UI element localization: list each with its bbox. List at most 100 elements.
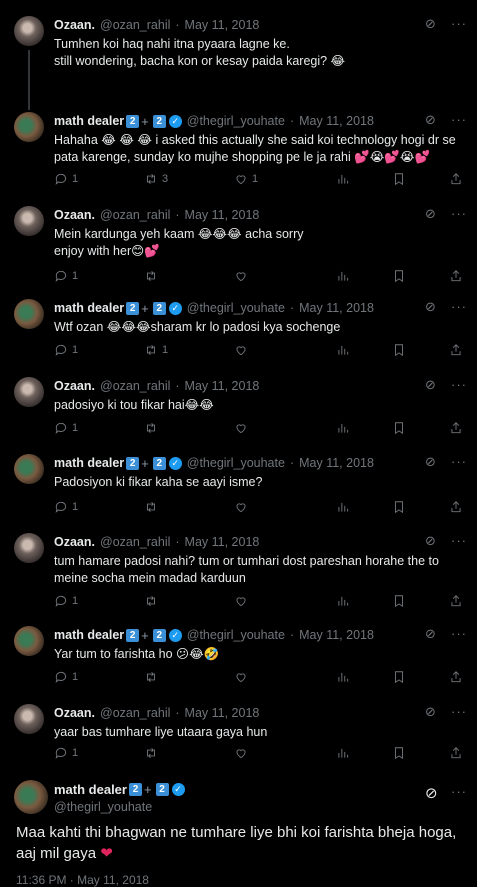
avatar[interactable]: [14, 206, 44, 236]
avatar[interactable]: [14, 454, 44, 484]
tweet-date[interactable]: May 11, 2018: [185, 18, 260, 32]
reply-tweet[interactable]: math dealer 2 + 2 ✓ @thegirl_youhate · M…: [0, 454, 477, 519]
like-button[interactable]: [234, 421, 248, 435]
retweet-button[interactable]: 1: [144, 343, 168, 357]
views-button[interactable]: [336, 421, 350, 435]
reply-tweet[interactable]: math dealer 2 + 2 ✓ @thegirl_youhate · M…: [0, 299, 477, 364]
tweet-date[interactable]: May 11, 2018: [185, 208, 260, 222]
tweet-date[interactable]: May 11, 2018: [185, 535, 260, 549]
retweet-button[interactable]: [144, 269, 158, 283]
retweet-button[interactable]: 3: [144, 172, 168, 186]
author-handle[interactable]: @thegirl_youhate: [54, 800, 152, 814]
author-name[interactable]: math dealer: [54, 628, 124, 642]
more-icon[interactable]: ···: [451, 299, 467, 314]
author-handle[interactable]: @ozan_rahil: [100, 706, 170, 720]
reply-tweet[interactable]: math dealer 2 + 2 ✓ @thegirl_youhate · M…: [0, 112, 477, 202]
share-button[interactable]: [449, 594, 463, 608]
tweet-date[interactable]: May 11, 2018: [299, 114, 374, 128]
author-name[interactable]: Ozaan.: [54, 18, 95, 32]
tweet-date[interactable]: May 11, 2018: [185, 706, 260, 720]
reply-button[interactable]: 1: [54, 343, 78, 357]
more-icon[interactable]: ···: [451, 626, 467, 641]
grok-icon[interactable]: ⊘: [425, 704, 439, 719]
author-name[interactable]: Ozaan.: [54, 535, 95, 549]
author-handle[interactable]: @ozan_rahil: [100, 18, 170, 32]
more-icon[interactable]: ···: [451, 377, 467, 392]
tweet-date[interactable]: May 11, 2018: [299, 456, 374, 470]
author-name[interactable]: math dealer: [54, 782, 127, 797]
grok-icon[interactable]: ⊘: [425, 112, 439, 127]
reply-button[interactable]: 1: [54, 269, 78, 283]
views-button[interactable]: [336, 746, 350, 760]
author-name[interactable]: Ozaan.: [54, 706, 95, 720]
views-button[interactable]: [336, 269, 350, 283]
share-button[interactable]: [449, 670, 463, 684]
reply-tweet[interactable]: Ozaan. @ozan_rahil · May 11, 2018 ⊘ ··· …: [0, 16, 477, 91]
tweet-date[interactable]: May 11, 2018: [299, 301, 374, 315]
author-name[interactable]: Ozaan.: [54, 208, 95, 222]
share-button[interactable]: [449, 269, 463, 283]
avatar[interactable]: [14, 704, 44, 734]
like-button[interactable]: [234, 343, 248, 357]
more-icon[interactable]: ···: [451, 112, 467, 127]
like-button[interactable]: [234, 670, 248, 684]
views-button[interactable]: [336, 670, 350, 684]
reply-button[interactable]: 1: [54, 421, 78, 435]
bookmark-button[interactable]: [392, 172, 406, 186]
reply-tweet[interactable]: Ozaan. @ozan_rahil · May 11, 2018 ⊘ ··· …: [0, 533, 477, 613]
author-handle[interactable]: @ozan_rahil: [100, 208, 170, 222]
views-button[interactable]: [336, 500, 350, 514]
author-handle[interactable]: @ozan_rahil: [100, 379, 170, 393]
grok-icon[interactable]: ⊘: [425, 16, 439, 31]
retweet-button[interactable]: [144, 500, 158, 514]
grok-icon[interactable]: ⊘: [425, 206, 439, 221]
tweet-date[interactable]: May 11, 2018: [299, 628, 374, 642]
like-button[interactable]: [234, 746, 248, 760]
reply-button[interactable]: 1: [54, 172, 78, 186]
reply-button[interactable]: 1: [54, 594, 78, 608]
author-handle[interactable]: @thegirl_youhate: [187, 456, 285, 470]
bookmark-button[interactable]: [392, 343, 406, 357]
grok-icon[interactable]: ⊘: [425, 299, 439, 314]
views-button[interactable]: [336, 343, 350, 357]
like-button[interactable]: [234, 500, 248, 514]
tweet-timestamp[interactable]: 11:36 PM · May 11, 2018: [16, 873, 149, 887]
more-icon[interactable]: ···: [451, 206, 467, 221]
more-icon[interactable]: ···: [451, 454, 467, 469]
more-icon[interactable]: ···: [451, 16, 467, 31]
author-handle[interactable]: @thegirl_youhate: [187, 114, 285, 128]
author-handle[interactable]: @thegirl_youhate: [187, 628, 285, 642]
share-button[interactable]: [449, 172, 463, 186]
more-icon[interactable]: ···: [451, 704, 467, 719]
bookmark-button[interactable]: [392, 746, 406, 760]
avatar[interactable]: [14, 112, 44, 142]
avatar[interactable]: [14, 533, 44, 563]
author-name[interactable]: math dealer: [54, 301, 124, 315]
reply-tweet[interactable]: Ozaan. @ozan_rahil · May 11, 2018 ⊘ ··· …: [0, 206, 477, 286]
retweet-button[interactable]: [144, 421, 158, 435]
author-handle[interactable]: @ozan_rahil: [100, 535, 170, 549]
reply-tweet[interactable]: math dealer 2 + 2 ✓ @thegirl_youhate · M…: [0, 626, 477, 691]
views-button[interactable]: [336, 172, 350, 186]
like-button[interactable]: [234, 594, 248, 608]
avatar[interactable]: [14, 377, 44, 407]
avatar[interactable]: [14, 780, 48, 814]
reply-tweet[interactable]: Ozaan. @ozan_rahil · May 11, 2018 ⊘ ··· …: [0, 377, 477, 442]
share-button[interactable]: [449, 746, 463, 760]
bookmark-button[interactable]: [392, 594, 406, 608]
bookmark-button[interactable]: [392, 670, 406, 684]
avatar[interactable]: [14, 16, 44, 46]
bookmark-button[interactable]: [392, 500, 406, 514]
share-button[interactable]: [449, 421, 463, 435]
grok-icon[interactable]: ⊘: [425, 626, 439, 641]
grok-icon[interactable]: ⊘: [425, 784, 439, 802]
reply-button[interactable]: 1: [54, 500, 78, 514]
author-name[interactable]: math dealer: [54, 456, 124, 470]
views-button[interactable]: [336, 594, 350, 608]
author-name[interactable]: Ozaan.: [54, 379, 95, 393]
retweet-button[interactable]: [144, 670, 158, 684]
bookmark-button[interactable]: [392, 421, 406, 435]
share-button[interactable]: [449, 343, 463, 357]
like-button[interactable]: [234, 269, 248, 283]
reply-tweet[interactable]: Ozaan. @ozan_rahil · May 11, 2018 ⊘ ··· …: [0, 704, 477, 764]
